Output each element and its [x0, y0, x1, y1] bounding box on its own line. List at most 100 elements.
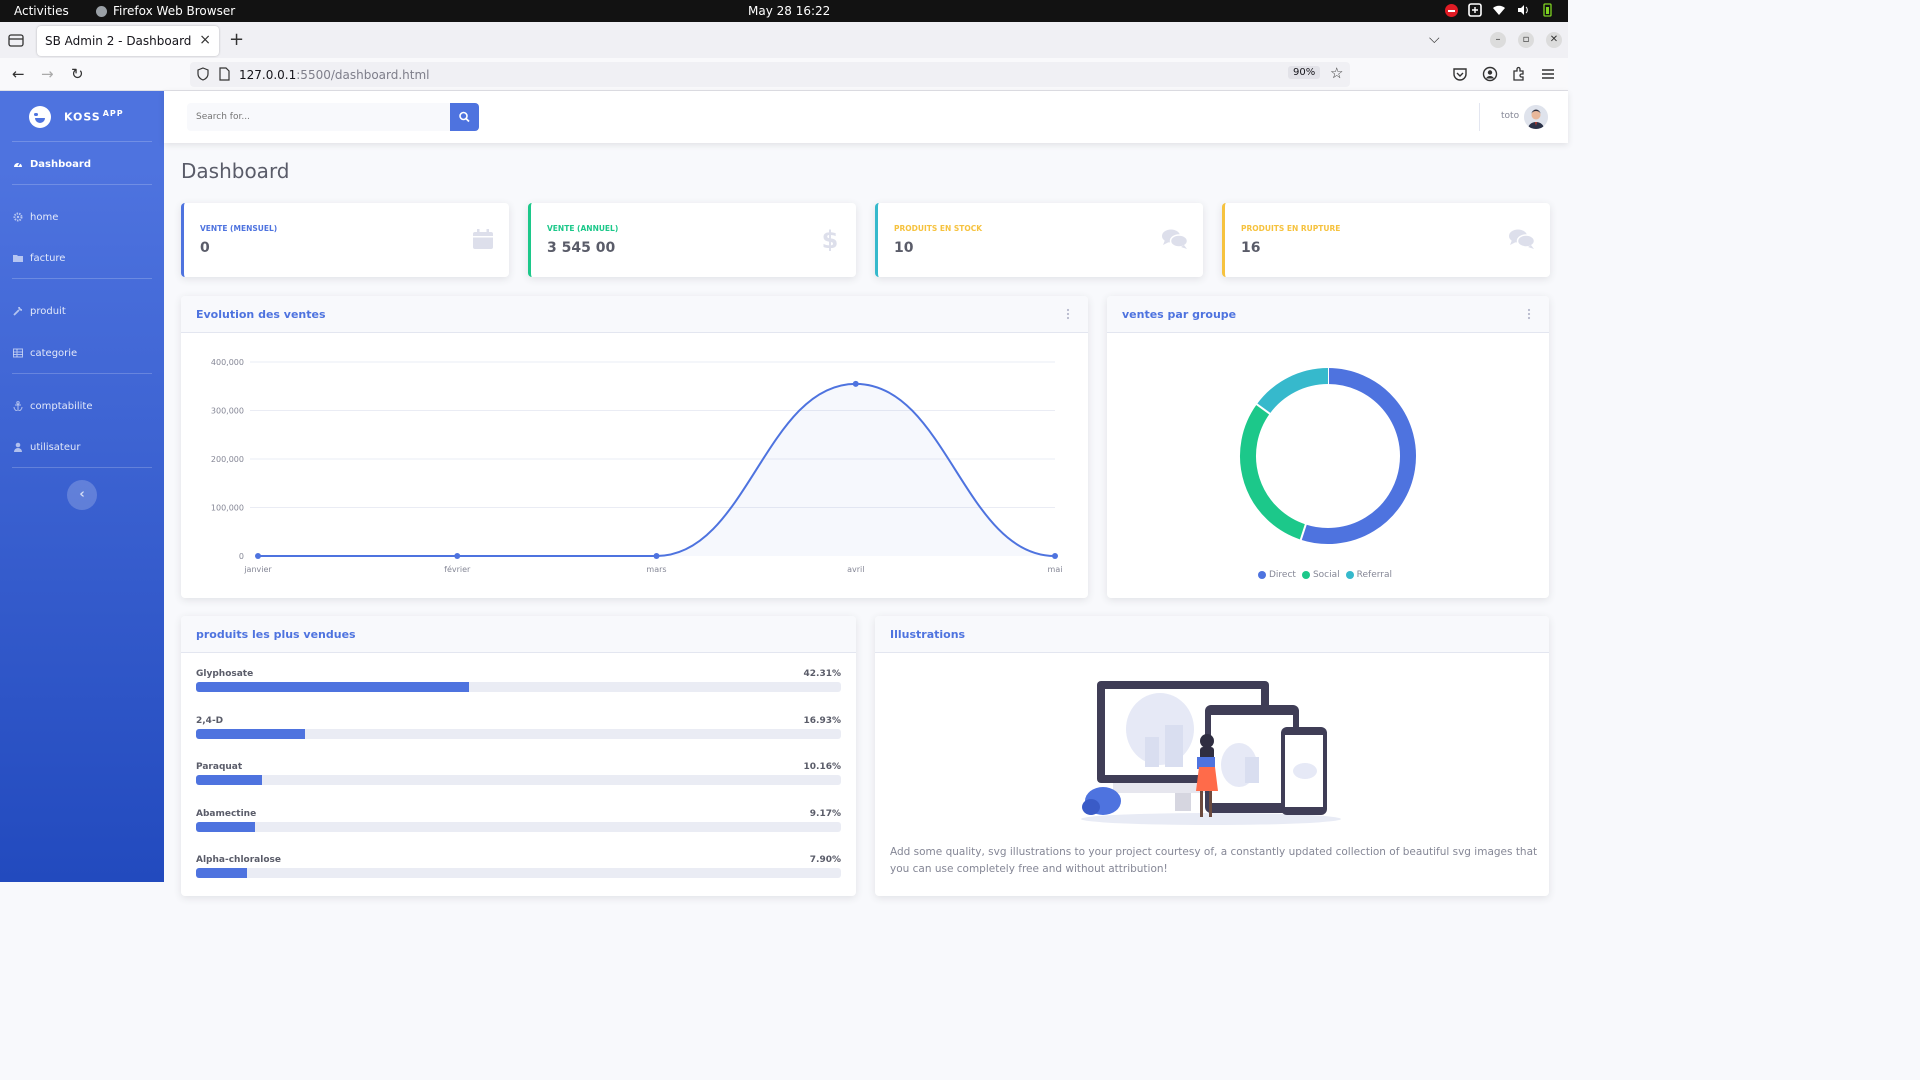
shield-icon[interactable] [197, 67, 209, 81]
browser-nav-bar: ← → ↻ 127.0.0.1:5500/dashboard.html 90% … [0, 58, 1568, 91]
back-icon[interactable]: ← [12, 65, 25, 83]
y-tick-label: 300,000 [211, 407, 244, 416]
legend-swatch [1345, 571, 1354, 579]
svg-text:$: $ [822, 227, 839, 251]
search-input[interactable] [187, 103, 451, 131]
sidebar-divider [12, 184, 152, 185]
sidebar-item-label: facture [30, 253, 66, 264]
legend-label: Social [1312, 570, 1340, 580]
table-icon [13, 348, 23, 358]
x-tick-label: mars [646, 565, 666, 574]
area-fill [258, 383, 1055, 556]
product-progress-row: Paraquat 10.16% [196, 762, 841, 796]
sidebar-item-dashboard[interactable]: Dashboard [0, 155, 164, 175]
do-not-disturb-icon [1445, 3, 1458, 17]
brand-superscript: APP [102, 109, 124, 118]
legend-label: Referral [1356, 570, 1392, 580]
devices-illustration [1081, 681, 1341, 825]
product-progress-row: Alpha-chloralose 7.90% [196, 855, 841, 889]
donut-chart[interactable] [1107, 333, 1549, 553]
user-name[interactable]: toto [1501, 111, 1519, 121]
sidebar-item-home[interactable]: home [0, 208, 164, 228]
product-progress-row: Glyphosate 42.31% [196, 669, 841, 703]
minimize-icon[interactable]: – [1490, 32, 1506, 48]
sidebar-brand[interactable]: KOSS APP [0, 91, 164, 141]
browser-tab[interactable]: SB Admin 2 - Dashboard × [37, 26, 219, 56]
sidebar-item-categorie[interactable]: categorie [0, 344, 164, 364]
dashboard-icon [14, 162, 22, 167]
url-bar[interactable]: 127.0.0.1:5500/dashboard.html 90% ☆ [190, 62, 1350, 87]
legend-item[interactable]: Referral [1345, 570, 1392, 580]
page-info-icon[interactable] [219, 67, 230, 81]
reload-icon[interactable]: ↻ [71, 65, 84, 83]
sidebar-item-utilisateur[interactable]: utilisateur [0, 438, 164, 458]
area-chart-card: Evolution des ventes 0 100,000 200,000 300,… [181, 296, 1088, 598]
product-percent: 7.90% [809, 855, 841, 865]
ellipsis-vertical-icon[interactable] [1066, 308, 1070, 320]
data-point[interactable] [852, 380, 859, 387]
sidebar-item-label: produit [30, 306, 66, 317]
pocket-icon[interactable] [1452, 66, 1468, 82]
activities-button[interactable]: Activities [14, 4, 69, 18]
legend-label: Direct [1269, 570, 1296, 580]
progress-track [196, 728, 841, 739]
account-icon[interactable] [1482, 66, 1498, 82]
hamburger-menu-icon[interactable] [1540, 66, 1556, 82]
topbar-divider [1479, 103, 1480, 131]
legend-item[interactable]: Direct [1258, 570, 1296, 580]
data-point[interactable] [255, 553, 261, 559]
product-percent: 9.17% [809, 808, 841, 819]
tab-overview-icon[interactable] [8, 33, 24, 47]
new-tab-button[interactable]: + [229, 31, 244, 49]
app-menu[interactable]: Firefox Web Browser [96, 4, 235, 18]
zoom-level-badge[interactable]: 90% [1288, 66, 1321, 79]
search-icon [459, 111, 470, 123]
ellipsis-vertical-icon[interactable] [1527, 308, 1531, 320]
progress-fill [196, 868, 247, 878]
search-button[interactable] [450, 103, 479, 131]
search-form [187, 103, 479, 131]
extensions-icon[interactable] [1511, 66, 1527, 82]
sidebar-item-produit[interactable]: produit [0, 302, 164, 322]
card-title: Illustrations [890, 628, 966, 641]
x-tick-label: février [444, 564, 471, 574]
forward-icon[interactable]: → [41, 65, 54, 83]
list-tabs-chevron-icon[interactable]: ⌵ [1429, 31, 1440, 47]
data-point[interactable] [1052, 553, 1058, 559]
donut-slice-referral[interactable] [1256, 368, 1329, 414]
top-products-card: produits les plus vendues Glyphosate 42.3… [181, 616, 856, 896]
donut-slice-direct[interactable] [1300, 368, 1416, 544]
stat-value: 0 [200, 240, 210, 256]
firefox-icon [96, 5, 107, 17]
tab-close-icon[interactable]: × [199, 32, 211, 48]
clock[interactable]: May 28 16:22 [748, 4, 830, 18]
close-window-icon[interactable]: ✕ [1546, 32, 1562, 48]
data-point[interactable] [653, 553, 660, 559]
avatar[interactable] [1524, 105, 1548, 129]
card-header: ventes par groupe [1107, 296, 1549, 333]
product-name: Abamectine [196, 808, 257, 819]
calendar-icon [473, 229, 493, 249]
donut-slice-social[interactable] [1240, 404, 1306, 540]
area-chart[interactable]: 0 100,000 200,000 300,000 400,000 janvier févr… [181, 333, 1088, 598]
y-tick-label: 400,000 [211, 358, 244, 367]
volume-icon [1518, 5, 1528, 15]
tab-title: SB Admin 2 - Dashboard [45, 34, 192, 48]
card-header: produits les plus vendues [181, 616, 856, 653]
product-percent: 10.16% [803, 762, 842, 772]
url-text[interactable]: 127.0.0.1:5500/dashboard.html [239, 68, 430, 82]
screen-share-icon [1468, 3, 1482, 17]
card-title: Evolution des ventes [196, 308, 326, 321]
y-tick-label: 0 [239, 552, 244, 561]
data-point[interactable] [454, 553, 461, 559]
topbar: toto [164, 91, 1568, 143]
sidebar-item-comptabilite[interactable]: comptabilite [0, 397, 164, 417]
system-tray[interactable] [1445, 3, 1554, 17]
legend-item[interactable]: Social [1301, 570, 1340, 580]
x-tick-label: mai [1048, 565, 1063, 574]
product-name: Paraquat [196, 762, 243, 772]
bookmark-star-icon[interactable]: ☆ [1330, 64, 1343, 82]
sidebar-item-facture[interactable]: facture [0, 249, 164, 269]
maximize-icon[interactable]: ▫ [1518, 32, 1534, 48]
sidebar-toggle-button[interactable]: ‹ [67, 480, 97, 510]
